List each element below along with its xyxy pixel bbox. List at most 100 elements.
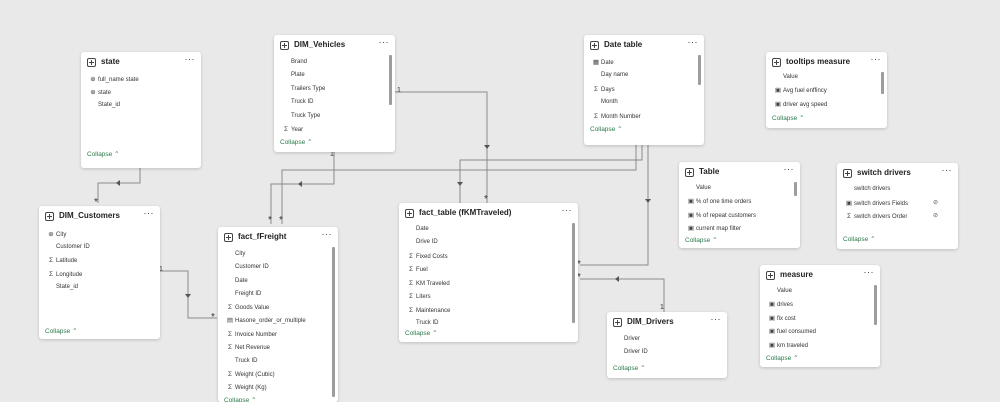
table-card-date-table[interactable]: Date table ··· ▦ Date Day name Σ Days Mont… xyxy=(584,35,704,145)
field-row[interactable]: Σ Liters xyxy=(407,292,431,301)
collapse-button[interactable]: Collapse ⌃ xyxy=(766,354,799,362)
card-header[interactable]: DIM_Vehicles ··· xyxy=(280,37,390,54)
field-row[interactable]: Brand xyxy=(282,58,307,67)
more-options-icon[interactable]: ··· xyxy=(562,205,573,215)
table-card-dim-vehicles[interactable]: DIM_Vehicles ··· Brand Plate Trailers Ty… xyxy=(274,35,395,152)
card-header[interactable]: switch drivers ··· xyxy=(843,165,953,182)
more-options-icon[interactable]: ··· xyxy=(942,165,953,175)
card-header[interactable]: state ··· xyxy=(87,54,196,71)
field-row[interactable]: ▣% of repeat customers xyxy=(687,211,756,220)
scrollbar[interactable] xyxy=(881,72,884,94)
hidden-field-icon[interactable]: ⊘ xyxy=(933,212,938,219)
field-row[interactable]: Σ Maintenance xyxy=(407,306,450,315)
collapse-button[interactable]: Collapse ⌃ xyxy=(772,114,805,122)
field-row[interactable]: City xyxy=(226,250,245,259)
field-row[interactable]: Driver xyxy=(615,335,640,344)
card-header[interactable]: DIM_Drivers ··· xyxy=(613,314,722,331)
field-row[interactable]: Σ Longitude xyxy=(47,270,82,279)
hidden-field-icon[interactable]: ⊘ xyxy=(933,199,938,206)
more-options-icon[interactable]: ··· xyxy=(185,54,196,64)
table-card-state[interactable]: state ··· ⊕ full_name state ⊕ state State_… xyxy=(81,52,201,168)
field-row[interactable]: ▣ switch drivers Fields xyxy=(845,199,908,208)
field-row[interactable]: Σswitch drivers Order xyxy=(845,212,907,221)
card-header[interactable]: fact_fFreight ··· xyxy=(224,229,333,246)
collapse-button[interactable]: Collapse ⌃ xyxy=(843,235,876,243)
collapse-button[interactable]: Collapse ⌃ xyxy=(45,327,78,335)
field-row[interactable]: Truck ID xyxy=(226,357,257,366)
field-row[interactable]: Σ Fuel xyxy=(407,265,428,274)
more-options-icon[interactable]: ··· xyxy=(322,229,333,239)
collapse-button[interactable]: Collapse ⌃ xyxy=(613,364,646,372)
table-card-fact-ffreight[interactable]: fact_fFreight ··· City Customer ID Date … xyxy=(218,227,338,402)
field-row[interactable]: ▣ drives xyxy=(768,300,793,309)
card-header[interactable]: DIM_Customers ··· xyxy=(45,208,155,225)
field-row[interactable]: Σ Net Revenue xyxy=(226,343,270,352)
card-header[interactable]: tooltips measure ··· xyxy=(772,54,882,71)
field-row[interactable]: Day name xyxy=(592,71,628,80)
collapse-button[interactable]: Collapse ⌃ xyxy=(224,396,257,402)
scrollbar[interactable] xyxy=(794,182,797,196)
table-card-table[interactable]: Table ··· Value ▣% of one time orders ▣%… xyxy=(679,162,800,248)
field-row[interactable]: Customer ID xyxy=(47,243,90,252)
field-row[interactable]: ▣ fuel consumed xyxy=(768,327,816,336)
field-row[interactable]: ▣ current map filter xyxy=(687,224,741,233)
more-options-icon[interactable]: ··· xyxy=(871,54,882,64)
field-row[interactable]: Σ Weight (Kg) xyxy=(226,383,267,392)
collapse-button[interactable]: Collapse ⌃ xyxy=(405,329,438,337)
field-row[interactable]: Date xyxy=(407,225,429,234)
field-row[interactable]: Σ Latitude xyxy=(47,256,77,265)
field-row[interactable]: Σ Invoice Number xyxy=(226,330,277,339)
field-row[interactable]: Freight ID xyxy=(226,290,261,299)
more-options-icon[interactable]: ··· xyxy=(864,267,875,277)
field-row[interactable]: ⊕ City xyxy=(47,230,66,239)
more-options-icon[interactable]: ··· xyxy=(711,314,722,324)
field-row[interactable]: Truck ID xyxy=(282,98,313,107)
field-row[interactable]: ▣ driver avg speed xyxy=(774,100,827,109)
card-header[interactable]: measure ··· xyxy=(766,267,875,284)
field-row[interactable]: Truck ID xyxy=(407,319,438,328)
field-row[interactable]: Value xyxy=(687,184,711,193)
field-row[interactable]: Drive ID xyxy=(407,238,438,247)
table-card-dim-customers[interactable]: DIM_Customers ··· ⊕ City Customer ID Σ Lat… xyxy=(39,206,160,339)
field-row[interactable]: Σ Days xyxy=(592,85,615,94)
field-row[interactable]: ▣ fix cost xyxy=(768,314,796,323)
field-row[interactable]: State_id xyxy=(89,101,120,110)
scrollbar[interactable] xyxy=(698,55,701,85)
field-row[interactable]: ▣ Avg fuel enffincy xyxy=(774,86,827,95)
field-row[interactable]: Driver ID xyxy=(615,348,648,357)
more-options-icon[interactable]: ··· xyxy=(379,37,390,47)
field-row[interactable]: ▣% of one time orders xyxy=(687,197,751,206)
field-row[interactable]: Trailers Type xyxy=(282,85,325,94)
field-row[interactable]: Value xyxy=(774,73,798,82)
collapse-button[interactable]: Collapse ⌃ xyxy=(590,125,623,133)
field-row[interactable]: Customer ID xyxy=(226,263,269,272)
card-header[interactable]: fact_table (fKMTraveled) ··· xyxy=(405,205,573,222)
field-row[interactable]: ▦ Date xyxy=(592,58,614,67)
scrollbar[interactable] xyxy=(389,55,392,105)
field-row[interactable]: Σ KM Traveled xyxy=(407,279,450,288)
field-row[interactable]: Σ Year xyxy=(282,125,303,134)
more-options-icon[interactable]: ··· xyxy=(144,208,155,218)
more-options-icon[interactable]: ··· xyxy=(784,164,795,174)
field-row[interactable]: Σ Fixed Costs xyxy=(407,252,448,261)
field-row[interactable]: ▣ km traveled xyxy=(768,341,808,350)
field-row[interactable]: Value xyxy=(768,287,792,296)
table-card-measure[interactable]: measure ··· Value ▣ drives ▣ fix cost ▣ fue… xyxy=(760,265,880,367)
field-row[interactable]: Σ Goods Value xyxy=(226,303,269,312)
more-options-icon[interactable]: ··· xyxy=(688,37,699,47)
field-row[interactable]: Σ Month Number xyxy=(592,112,641,121)
field-row[interactable]: ⊕ full_name state xyxy=(89,75,138,84)
table-card-tooltips-measure[interactable]: tooltips measure ··· Value ▣ Avg fuel enf… xyxy=(766,52,887,128)
collapse-button[interactable]: Collapse ⌃ xyxy=(87,150,120,158)
card-header[interactable]: Table ··· xyxy=(685,164,795,181)
scrollbar[interactable] xyxy=(572,223,575,323)
field-row[interactable]: Month xyxy=(592,98,618,107)
field-row[interactable]: ⊕ state xyxy=(89,88,111,97)
scrollbar[interactable] xyxy=(874,285,877,325)
field-row[interactable]: Σ Weight (Cubic) xyxy=(226,370,275,379)
card-header[interactable]: Date table ··· xyxy=(590,37,699,54)
scrollbar[interactable] xyxy=(332,247,335,397)
field-row[interactable]: Truck Type xyxy=(282,112,320,121)
field-row[interactable]: Date xyxy=(226,277,248,286)
field-row[interactable]: ▤ Hasone_order_or_multiple xyxy=(226,316,306,325)
